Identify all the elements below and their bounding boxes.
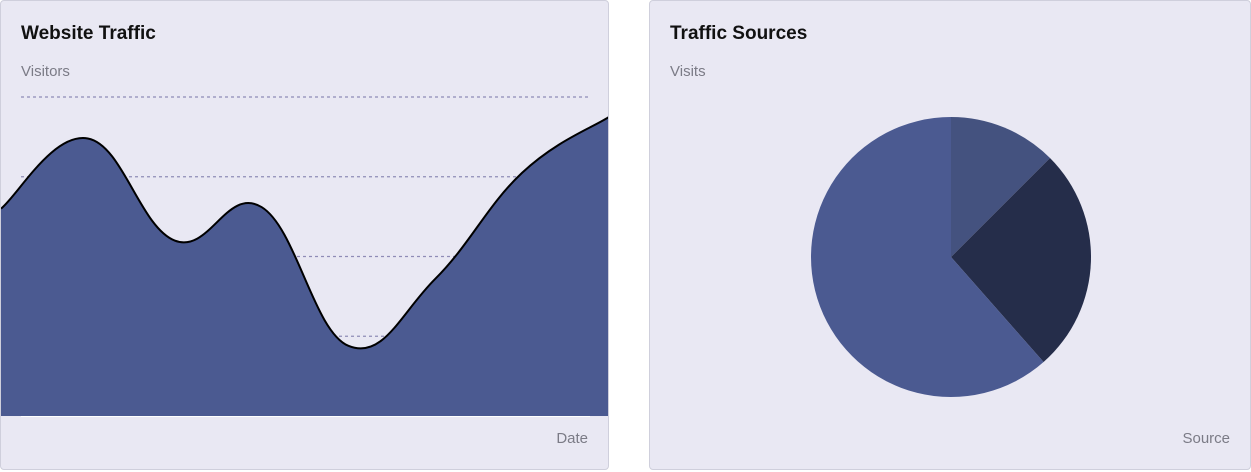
sources-chart-card: Traffic Sources Visits Source xyxy=(649,0,1251,470)
traffic-area-chart xyxy=(1,96,608,417)
traffic-x-axis-label: Date xyxy=(556,430,588,447)
traffic-area-fill xyxy=(1,117,608,416)
sources-pie-chart xyxy=(811,117,1091,397)
traffic-chart-card: Website Traffic Visitors Date xyxy=(0,0,609,470)
sources-x-axis-label: Source xyxy=(1182,430,1230,447)
